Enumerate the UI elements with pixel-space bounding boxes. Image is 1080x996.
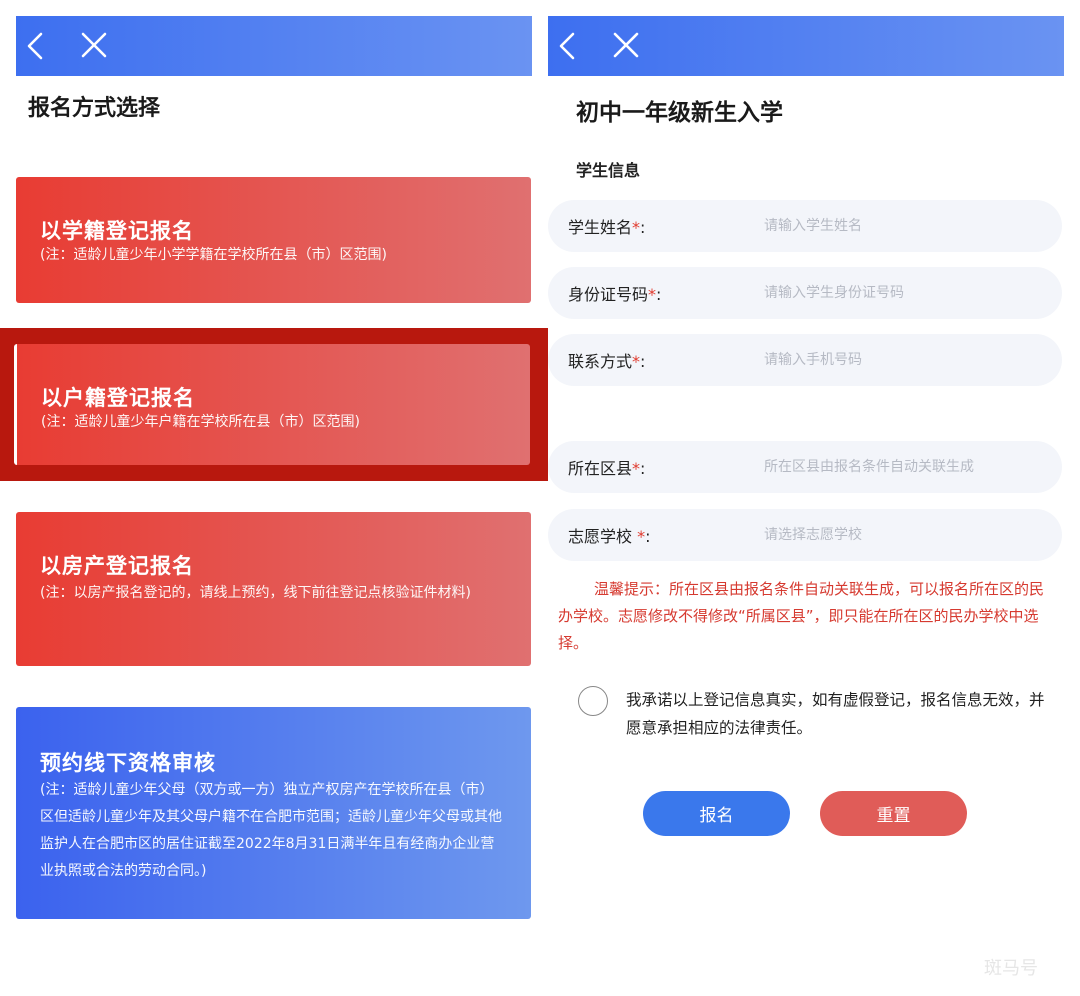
district-field: 所在区县*: [548, 441, 1062, 493]
field-label-text: 联系方式 [568, 352, 633, 371]
school-field: 志愿学校 *: [548, 509, 1062, 561]
field-label-text: 所在区县 [568, 459, 633, 478]
reset-button[interactable]: 重置 [820, 791, 967, 836]
required-mark: * [637, 527, 646, 546]
option-card-xueji[interactable]: 以学籍登记报名 (注：适龄儿童少年小学学籍在学校所在县（市）区范围) [16, 177, 531, 303]
field-colon: : [640, 352, 646, 371]
back-arrow-icon[interactable] [18, 28, 54, 64]
field-label-text: 志愿学校 [568, 527, 638, 546]
field-label: 身份证号码*: [568, 281, 661, 305]
field-colon: : [640, 218, 646, 237]
option-card-huji[interactable]: 以户籍登记报名 (注：适龄儿童少年户籍在学校所在县（市）区范围) [14, 344, 530, 465]
student-name-field: 学生姓名*: [548, 200, 1062, 252]
section-label: 学生信息 [576, 161, 641, 180]
close-icon[interactable] [608, 28, 644, 64]
option-card-fangchan[interactable]: 以房产登记报名 (注：以房产报名登记的，请线上预约，线下前往登记点核验证件材料) [16, 512, 531, 666]
right-panel: 初中一年级新生入学 学生信息 学生姓名*: 身份证号码*: 联系方式*: 所在区… [548, 0, 1080, 996]
left-navbar [16, 16, 532, 76]
back-arrow-icon[interactable] [550, 28, 586, 64]
left-panel: 报名方式选择 以学籍登记报名 (注：适龄儿童少年小学学籍在学校所在县（市）区范围… [0, 0, 548, 996]
id-number-input[interactable] [764, 277, 1044, 309]
field-label-text: 学生姓名 [568, 218, 633, 237]
right-navbar [548, 16, 1064, 76]
student-name-input[interactable] [764, 210, 1044, 242]
submit-button[interactable]: 报名 [643, 791, 790, 836]
option-card-title: 以户籍登记报名 [41, 386, 195, 410]
agreement-text: 我承诺以上登记信息真实，如有虚假登记，报名信息无效，并愿意承担相应的法律责任。 [626, 691, 1045, 737]
option-card-note: (注：适龄儿童少年父母（双方或一方）独立产权房产在学校所在县（市）区但适龄儿童少… [40, 782, 502, 879]
field-label: 志愿学校 *: [568, 523, 650, 547]
field-colon: : [656, 285, 662, 304]
required-mark: * [632, 352, 641, 371]
option-card-title: 以房产登记报名 [40, 554, 194, 578]
close-icon[interactable] [76, 28, 112, 64]
field-label: 联系方式*: [568, 348, 645, 372]
field-label: 所在区县*: [568, 455, 645, 479]
option-card-note: (注：以房产报名登记的，请线上预约，线下前往登记点核验证件材料) [40, 585, 471, 601]
required-mark: * [648, 285, 657, 304]
page-title: 报名方式选择 [28, 96, 161, 121]
phone-field: 联系方式*: [548, 334, 1062, 386]
required-mark: * [632, 218, 641, 237]
id-number-field: 身份证号码*: [548, 267, 1062, 319]
option-card-title: 预约线下资格审核 [40, 751, 216, 775]
field-colon: : [645, 527, 651, 546]
option-card-note: (注：适龄儿童少年户籍在学校所在县（市）区范围) [41, 414, 360, 430]
agreement-checkbox[interactable] [578, 686, 608, 716]
page-title: 初中一年级新生入学 [576, 100, 783, 126]
field-label: 学生姓名*: [568, 214, 645, 238]
option-card-yuyue[interactable]: 预约线下资格审核 (注：适龄儿童少年父母（双方或一方）独立产权房产在学校所在县（… [16, 707, 531, 919]
watermark: 斑马号 [984, 958, 1038, 979]
required-mark: * [632, 459, 641, 478]
warm-tip: 温馨提示：所在区县由报名条件自动关联生成，可以报名所在区的民办学校。志愿修改不得… [558, 580, 1045, 652]
district-input [764, 451, 1044, 483]
option-card-note: (注：适龄儿童少年小学学籍在学校所在县（市）区范围) [40, 247, 387, 263]
school-select[interactable] [764, 519, 1044, 551]
field-colon: : [640, 459, 646, 478]
option-card-title: 以学籍登记报名 [40, 219, 194, 243]
phone-input[interactable] [764, 344, 1044, 376]
field-label-text: 身份证号码 [568, 285, 649, 304]
